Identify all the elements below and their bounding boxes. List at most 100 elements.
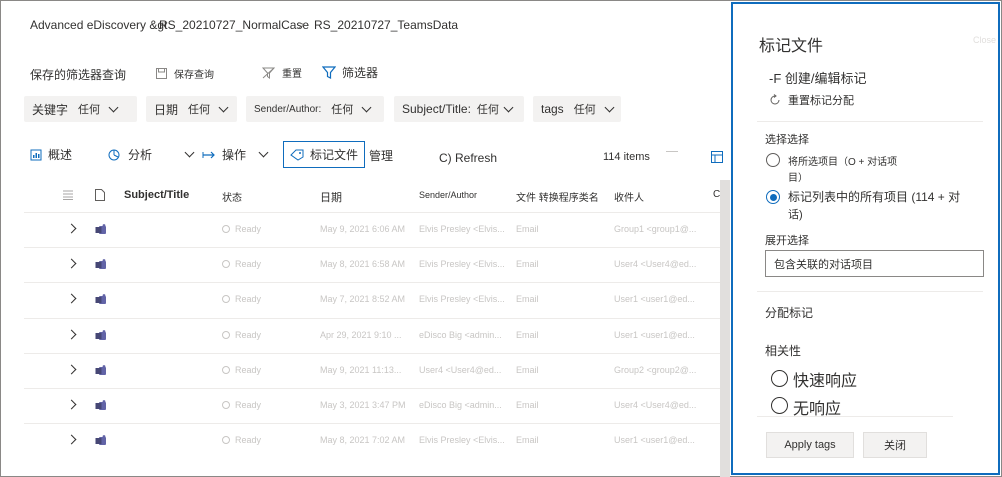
date-cell: May 9, 2021 11:13... (320, 365, 402, 375)
sender-author-filter-label: Sender/Author: (254, 103, 322, 115)
date-filter[interactable]: 日期 任何 (146, 96, 237, 122)
chevron-right-icon[interactable] (66, 223, 77, 234)
teams-icon (95, 294, 106, 304)
saved-filter-queries-dropdown[interactable]: 保存的筛选器查询 (30, 66, 126, 83)
divider (666, 151, 678, 152)
tag-non-responsive-checkbox[interactable] (771, 397, 788, 414)
chevron-right-icon[interactable] (66, 293, 77, 304)
tag-files-button[interactable]: 标记文件 (283, 141, 366, 168)
breadcrumb-item-advanced-ediscovery[interactable]: Advanced eDiscovery &gt (30, 18, 167, 32)
column-header-recipients[interactable]: 收件人 (614, 189, 644, 204)
apply-tags-button[interactable]: Apply tags (766, 432, 854, 458)
status-cell: Ready (222, 330, 261, 340)
reset-button[interactable]: 重置 (262, 65, 302, 80)
filters-button[interactable]: 筛选器 (322, 64, 378, 81)
tags-filter-value: 任何 (573, 104, 596, 116)
subject-title-filter[interactable]: Subject/Title: 任何 (394, 96, 524, 122)
refresh-button[interactable]: C) Refresh (439, 151, 497, 165)
filter-icon (322, 66, 336, 79)
column-header-date[interactable]: 日期 (320, 189, 342, 205)
table-row[interactable]: Ready Apr 29, 2021 9:10 ... eDisco Big <ad… (0, 319, 720, 354)
chevron-right-icon[interactable] (66, 399, 77, 410)
teams-icon (95, 330, 106, 340)
table-row[interactable]: Ready May 9, 2021 6:06 AM Elvis Presley <E… (0, 213, 720, 248)
keyword-filter-label: 关键字 (32, 102, 69, 117)
keyword-filter-value: 任何 (78, 104, 101, 116)
table-row[interactable]: Ready May 8, 2021 7:02 AM Elvis Presley <E… (0, 424, 720, 459)
option-selected-items-label-wrap: 目） (788, 173, 808, 184)
reset-tag-assignments-button[interactable]: 重置标记分配 (788, 92, 854, 108)
status-icon (222, 401, 230, 409)
tags-filter[interactable]: tags 任何 (533, 96, 621, 122)
date-cell: May 3, 2021 3:47 PM (320, 400, 406, 410)
date-cell: May 7, 2021 8:52 AM (320, 294, 406, 304)
tag-files-panel: 标记文件 Close -F 创建/编辑标记 重置标记分配 选择选择 将所选项目（… (731, 2, 1000, 475)
table-row[interactable]: Ready May 8, 2021 6:58 AM Elvis Presley <E… (0, 248, 720, 283)
tag-files-label: 标记文件 (310, 148, 359, 162)
column-header-subject[interactable]: Subject/Title (124, 189, 189, 201)
sender-cell: User4 <User4@ed... (419, 365, 502, 375)
status-icon (222, 331, 230, 339)
apply-tags-label: Apply tags (784, 439, 836, 451)
breadcrumb-item-case[interactable]: RS_20210727_NormalCase (159, 18, 309, 32)
column-header-file-class[interactable]: 文件 转换程序类名 (516, 189, 599, 204)
sender-author-filter[interactable]: Sender/Author: 任何 (246, 96, 384, 122)
filters-label: 筛选器 (342, 66, 379, 80)
radio-selected-items[interactable] (766, 153, 780, 167)
create-edit-tags-link[interactable]: -F 创建/编辑标记 (769, 68, 867, 87)
status-cell: Ready (222, 294, 261, 304)
chevron-down-icon (361, 102, 372, 112)
actions-dropdown[interactable]: 操作 (202, 146, 269, 163)
status-icon (222, 260, 230, 268)
subject-title-filter-label: Subject/Title: (402, 102, 471, 116)
table-row[interactable]: Ready May 9, 2021 11:13... User4 <User4@ed… (0, 354, 720, 389)
status-icon (222, 295, 230, 303)
breadcrumb-item-review-set[interactable]: RS_20210727_TeamsData (314, 18, 458, 32)
analyze-dropdown[interactable]: 分析 (108, 146, 195, 163)
item-count: 114 items (603, 151, 650, 163)
select-all-icon[interactable] (63, 190, 73, 200)
teams-icon (95, 400, 106, 410)
sender-cell: eDisco Big <admin... (419, 400, 502, 410)
tag-icon (290, 149, 304, 161)
divider (757, 291, 983, 292)
sender-cell: Elvis Presley <Elvis... (419, 294, 505, 304)
reset-icon (770, 94, 780, 105)
date-filter-label: 日期 (154, 102, 179, 117)
assign-tags-heading: 分配标记 (765, 306, 814, 320)
chevron-right-icon[interactable] (66, 329, 77, 340)
overview-button[interactable]: 概述 (30, 146, 72, 163)
tags-filter-label: tags (541, 102, 564, 116)
status-cell: Ready (222, 259, 261, 269)
recipient-cell: User4 <User4@ed... (614, 400, 697, 410)
file-class-cell: Email (516, 294, 539, 304)
table-row[interactable]: Ready May 3, 2021 3:47 PM eDisco Big <admi… (0, 389, 720, 424)
save-query-button[interactable]: 保存查询 (156, 66, 214, 81)
close-hint[interactable]: Close (973, 35, 996, 45)
chevron-right-icon[interactable] (66, 434, 77, 445)
status-icon (222, 366, 230, 374)
column-header-sender[interactable]: Sender/Author (419, 190, 477, 200)
breadcrumb-separator: > (298, 18, 306, 32)
table-row[interactable]: Ready May 7, 2021 8:52 AM Elvis Presley <E… (0, 283, 720, 318)
keyword-filter[interactable]: 关键字 任何 (24, 96, 137, 122)
radio-all-items[interactable] (766, 190, 780, 204)
chevron-right-icon[interactable] (66, 364, 77, 375)
column-header-status[interactable]: 状态 (222, 189, 242, 204)
tag-responsive-label: 快速响应 (793, 373, 858, 390)
expand-selection-value: 包含关联的对话项目 (774, 258, 873, 271)
analytics-icon (108, 149, 120, 160)
expand-selection-dropdown[interactable]: 包含关联的对话项目 (765, 250, 984, 277)
table-scrollbar[interactable] (720, 180, 730, 477)
subject-title-filter-value: 任何 (476, 104, 499, 116)
divider (757, 416, 953, 417)
date-cell: May 9, 2021 6:06 AM (320, 224, 406, 234)
reset-label: 重置 (282, 69, 302, 80)
close-button[interactable]: 关闭 (863, 432, 927, 458)
file-class-cell: Email (516, 224, 539, 234)
tag-responsive-checkbox[interactable] (771, 370, 788, 387)
chevron-right-icon[interactable] (66, 258, 77, 269)
customize-columns-icon[interactable] (711, 151, 723, 163)
file-class-cell: Email (516, 259, 539, 269)
manage-button[interactable]: 管理 (369, 147, 393, 164)
